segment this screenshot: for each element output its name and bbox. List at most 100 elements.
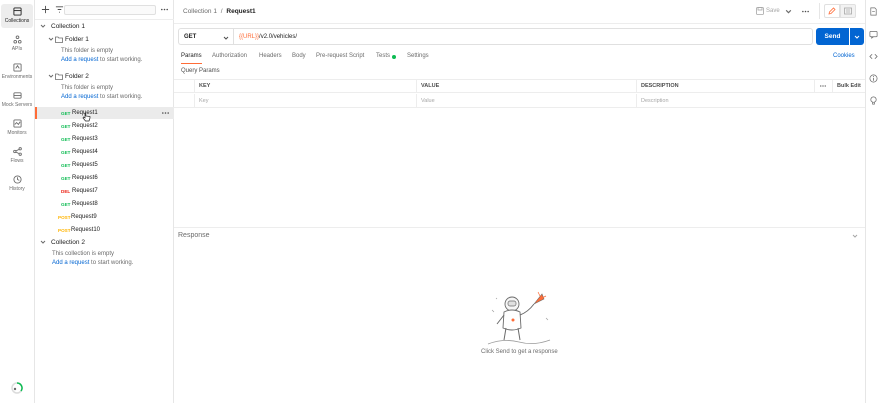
request-name: Request4: [72, 149, 98, 155]
tab-headers[interactable]: Headers: [259, 53, 282, 64]
url-bar: GET {{URL}} /v2.0/vehicles/ Send: [178, 28, 864, 45]
request-row[interactable]: GET Request5: [35, 159, 174, 171]
request-name: Request8: [72, 201, 98, 207]
folder-1-row[interactable]: Folder 1: [35, 33, 174, 45]
collection-2-row[interactable]: Collection 2: [35, 236, 174, 248]
save-dropdown-button[interactable]: [785, 8, 792, 15]
breadcrumb-parent[interactable]: Collection 1: [183, 8, 217, 15]
new-collection-button[interactable]: [41, 5, 50, 14]
chevron-down-icon[interactable]: [47, 72, 55, 80]
folder-icon: [55, 73, 63, 80]
key-input[interactable]: Key: [194, 94, 416, 107]
sync-status-icon[interactable]: [10, 381, 24, 395]
add-request-link[interactable]: Add a request: [52, 260, 89, 266]
value-input[interactable]: Value: [416, 94, 636, 107]
flows-icon: [12, 147, 22, 156]
lightbulb-icon: [870, 96, 877, 105]
tab-body[interactable]: Body: [292, 53, 306, 64]
documentation-mode-button[interactable]: [840, 4, 856, 18]
tab-settings[interactable]: Settings: [407, 53, 429, 64]
rail-label: Flows: [10, 158, 24, 164]
rail-flows[interactable]: Flows: [1, 144, 33, 168]
add-request-link[interactable]: Add a request: [61, 57, 98, 63]
folder-name: Folder 1: [65, 35, 89, 43]
rail-collections[interactable]: Collections: [1, 4, 33, 28]
rail-label: Monitors: [7, 130, 27, 136]
rail-label: Mock Servers: [1, 102, 33, 108]
cookies-link[interactable]: Cookies: [833, 53, 855, 64]
chevron-down-icon[interactable]: [47, 35, 55, 43]
chevron-down-icon[interactable]: [39, 22, 47, 30]
edit-mode-button[interactable]: [824, 4, 840, 18]
documentation-panel-button[interactable]: [869, 7, 878, 16]
save-label: Save: [766, 8, 780, 14]
chevron-down-icon[interactable]: [39, 238, 47, 246]
request-row[interactable]: GET Request4: [35, 146, 174, 158]
tab-authorization[interactable]: Authorization: [212, 53, 247, 64]
request-name: Request5: [72, 162, 98, 168]
save-button[interactable]: Save: [756, 7, 780, 15]
collection-name: Collection 2: [51, 238, 85, 246]
breadcrumb-current[interactable]: Request1: [226, 8, 255, 15]
method-badge: GET: [61, 175, 71, 181]
hint-suffix: to start working.: [89, 260, 134, 266]
comments-panel-button[interactable]: [869, 30, 878, 39]
folder-empty-hint: Add a request to start working.: [61, 57, 142, 63]
rail-mock-servers[interactable]: Mock Servers: [1, 88, 33, 112]
description-input[interactable]: Description: [636, 94, 865, 107]
request-row[interactable]: GET Request1: [35, 107, 174, 119]
hint-suffix: to start working.: [98, 57, 143, 63]
request-row[interactable]: DEL Request7: [35, 185, 174, 197]
code-snippet-button[interactable]: [869, 52, 878, 61]
left-icon-rail: Collections APIs Environments Mock Serve…: [0, 0, 35, 403]
rail-history[interactable]: History: [1, 172, 33, 196]
method-select[interactable]: GET: [178, 28, 233, 45]
table-more-button[interactable]: [814, 80, 832, 92]
request-row[interactable]: GET Request8: [35, 198, 174, 210]
folder-2-row[interactable]: Folder 2: [35, 70, 174, 82]
folder-icon: [55, 36, 63, 43]
request-row[interactable]: GET Request2: [35, 120, 174, 132]
collapse-response-button[interactable]: [852, 233, 858, 239]
sidebar-more-button[interactable]: [160, 5, 169, 14]
search-collections-input[interactable]: [64, 5, 156, 15]
request-name: Request7: [72, 188, 98, 194]
collection-1-row[interactable]: Collection 1: [35, 20, 174, 32]
method-badge: GET: [61, 136, 71, 142]
info-panel-button[interactable]: [869, 74, 878, 83]
send-button[interactable]: Send: [816, 28, 849, 45]
tab-params[interactable]: Params: [181, 53, 202, 64]
response-hint: Click Send to get a response: [481, 349, 558, 355]
right-sidebar-rail: [865, 0, 880, 403]
method-badge: GET: [61, 110, 71, 116]
sort-filter-button[interactable]: [55, 5, 64, 14]
folder-name: Folder 2: [65, 72, 89, 80]
add-request-link[interactable]: Add a request: [61, 94, 98, 100]
collections-icon: [12, 7, 22, 16]
more-horizontal-icon: [802, 10, 809, 13]
rail-monitors[interactable]: Monitors: [1, 116, 33, 140]
rail-environments[interactable]: Environments: [1, 60, 33, 84]
bulk-edit-button[interactable]: Bulk Edit: [832, 80, 865, 92]
rail-apis[interactable]: APIs: [1, 32, 33, 56]
send-options-button[interactable]: [850, 28, 864, 45]
method-badge: DEL: [61, 188, 71, 194]
request-more-button[interactable]: [161, 109, 170, 117]
pencil-icon: [828, 7, 836, 15]
chevron-down-icon: [223, 36, 229, 40]
response-title: Response: [178, 232, 210, 239]
table-header-row: KEY VALUE DESCRIPTION Bulk Edit: [174, 79, 865, 93]
request-row[interactable]: GET Request6: [35, 172, 174, 184]
request-row[interactable]: POST Request10: [35, 224, 174, 236]
collection-name: Collection 1: [51, 22, 85, 30]
environments-icon: [12, 63, 22, 72]
tab-tests[interactable]: Tests: [376, 53, 390, 64]
tab-pre-request-script[interactable]: Pre-request Script: [316, 53, 364, 64]
url-input[interactable]: {{URL}} /v2.0/vehicles/: [233, 28, 813, 45]
chevron-down-icon: [785, 9, 792, 14]
astronaut-illustration-icon: [484, 290, 554, 348]
related-collections-button[interactable]: [869, 96, 878, 105]
request-row[interactable]: GET Request3: [35, 133, 174, 145]
request-row[interactable]: POST Request9: [35, 211, 174, 223]
header-more-button[interactable]: [801, 8, 810, 15]
